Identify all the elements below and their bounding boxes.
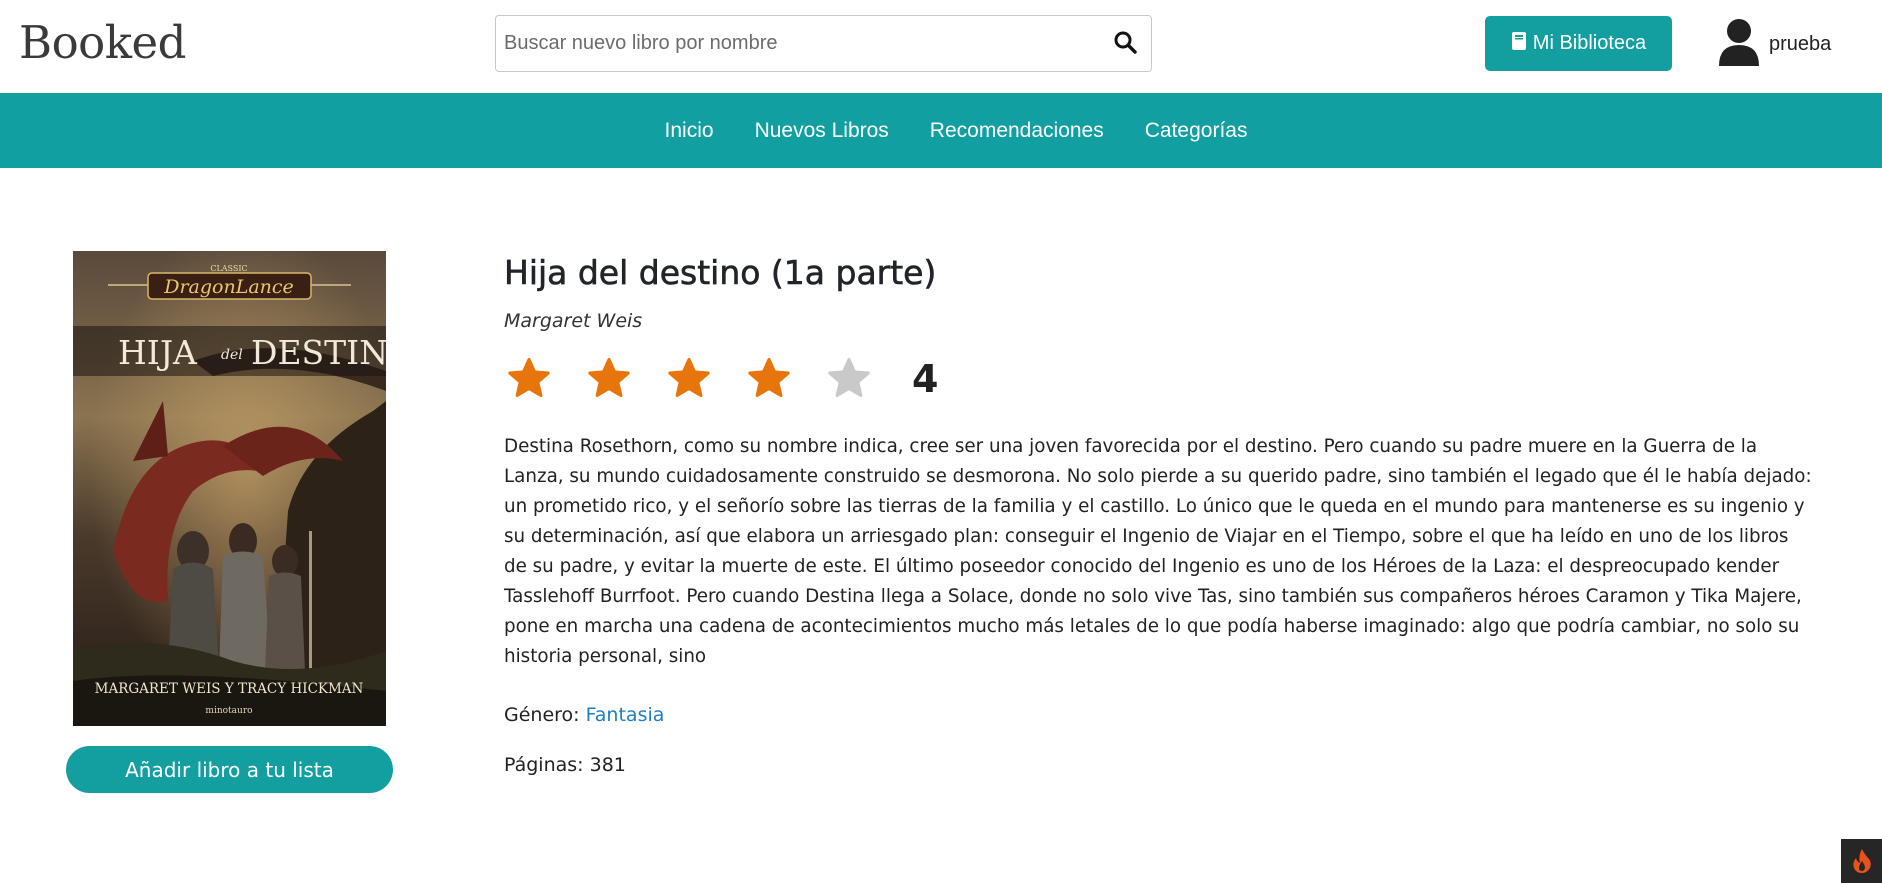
nav-item-categorias[interactable]: Categorías [1145,119,1248,143]
nav-item-inicio[interactable]: Inicio [665,119,714,143]
flame-icon[interactable] [1841,839,1882,883]
site-logo[interactable]: Booked [19,16,186,69]
my-library-button[interactable]: Mi Biblioteca [1485,16,1672,71]
star-3-icon[interactable] [666,356,712,402]
star-2-icon[interactable] [586,356,632,402]
search-box [495,15,1152,72]
cover-publisher: minotauro [205,706,252,716]
book-title: Hija del destino (1a parte) [504,253,937,293]
cover-series-small: CLASSIC [210,264,247,273]
cover-title-left: HIJA [118,333,198,372]
cover-authors: MARGARET WEIS Y TRACY HICKMAN [95,681,364,697]
nav-item-recomendaciones[interactable]: Recomendaciones [930,119,1104,143]
user-avatar-icon [1719,18,1759,70]
nav-item-nuevos-libros[interactable]: Nuevos Libros [755,119,889,143]
star-1-icon[interactable] [506,356,552,402]
username: prueba [1769,32,1832,55]
star-4-icon[interactable] [746,356,792,402]
my-library-label: Mi Biblioteca [1532,32,1647,54]
pages-label: Páginas: [504,754,590,776]
pages-value: 381 [589,754,626,776]
user-menu[interactable]: prueba [1719,19,1831,69]
cover-title-mid: del [221,347,243,363]
search-input[interactable] [504,16,1094,71]
book-genre: Género: Fantasia [504,704,664,726]
genre-label: Género: [504,704,586,726]
search-icon[interactable] [1113,30,1141,58]
cover-title-right: DESTINO [251,333,386,372]
book-author[interactable]: Margaret Weis [504,310,642,332]
genre-link[interactable]: Fantasia [586,704,665,726]
main-nav: Inicio Nuevos Libros Recomendaciones Cat… [0,93,1882,168]
rating-stars: 4 [506,356,938,402]
add-to-list-button[interactable]: Añadir libro a tu lista [66,746,393,793]
cover-series-name: DragonLance [163,276,294,298]
book-pages: Páginas: 381 [504,754,626,776]
book-icon [1511,31,1527,57]
rating-value: 4 [912,357,939,401]
top-bar: Booked Mi Biblioteca prueba [0,0,1882,93]
star-5-icon[interactable] [826,356,872,402]
book-cover: CLASSIC DragonLance HIJA del DESTINO MAR… [73,251,386,726]
book-description: Destina Rosethorn, como su nombre indica… [504,436,1812,667]
